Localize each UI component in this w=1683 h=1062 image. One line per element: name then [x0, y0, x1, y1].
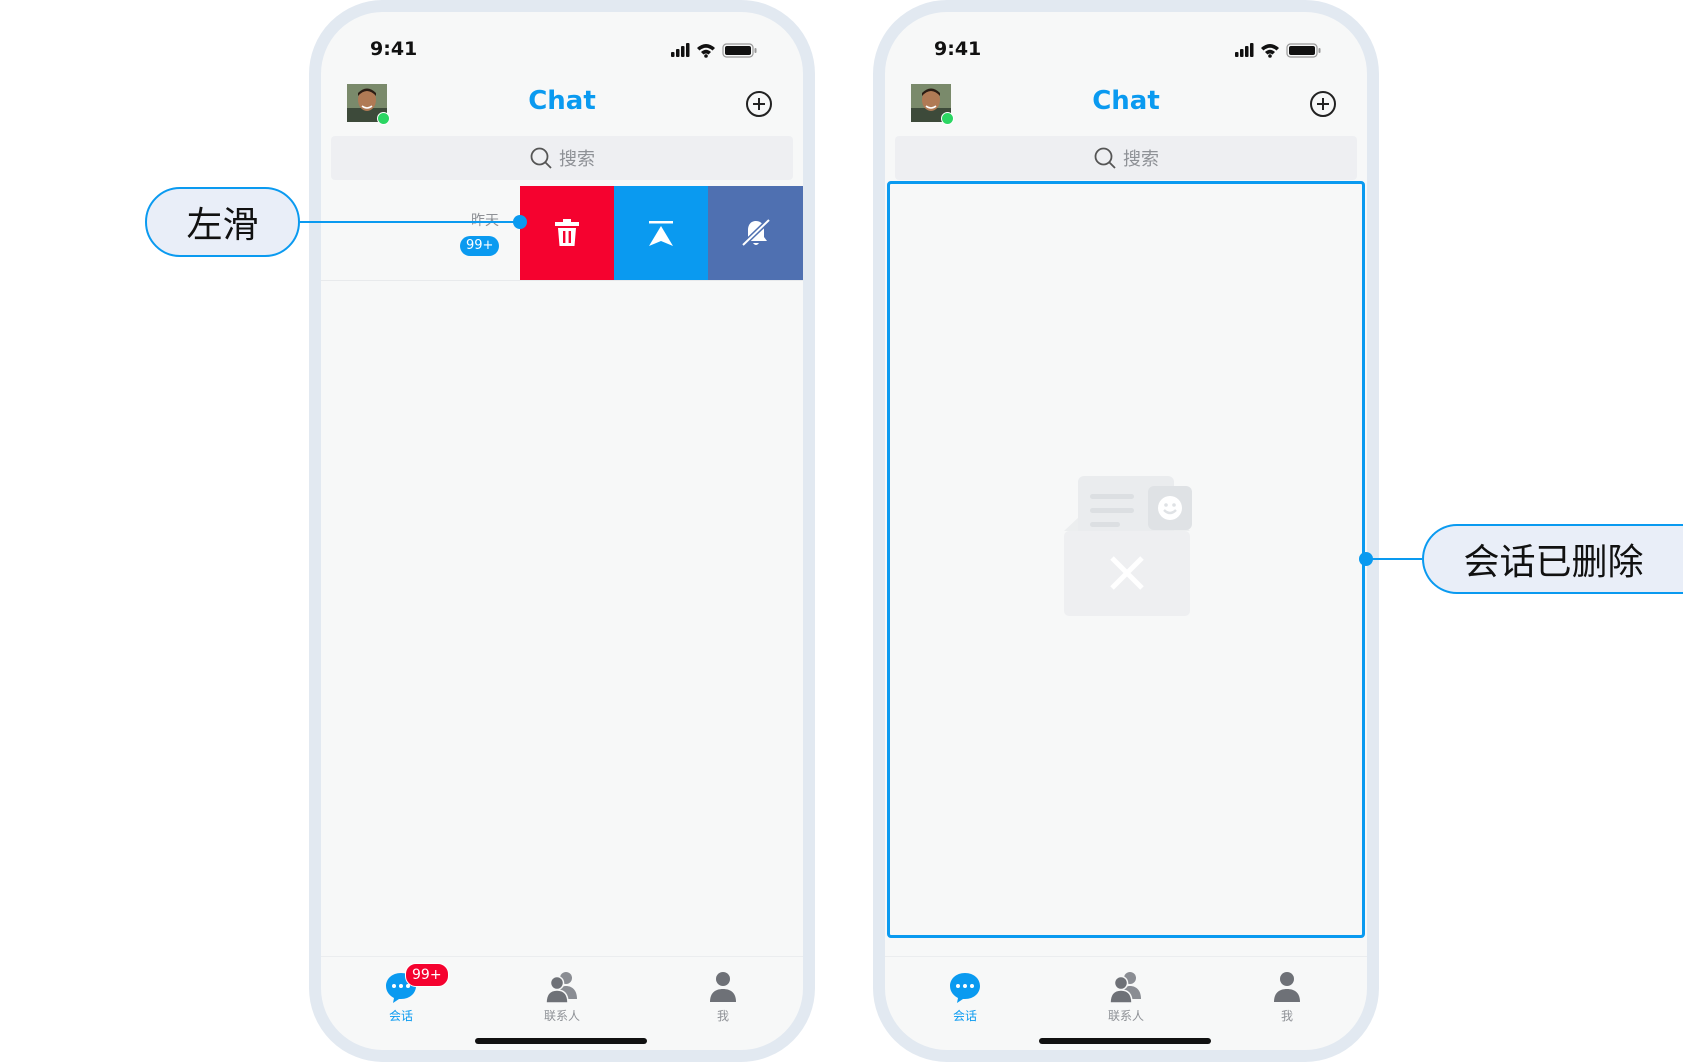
- callout-connector: [300, 221, 519, 223]
- tab-bar: 会话 99+ 联系人 我: [321, 956, 803, 1027]
- page-title: Chat: [528, 86, 596, 116]
- home-indicator[interactable]: [1039, 1038, 1211, 1044]
- person-icon: [705, 969, 741, 1005]
- mute-action-button[interactable]: [708, 186, 803, 280]
- contacts-icon: [1108, 969, 1144, 1005]
- unread-badge: 99+: [460, 236, 500, 256]
- callout-conversation-deleted: 会话已删除: [1422, 524, 1683, 594]
- add-circle-icon[interactable]: [1309, 90, 1337, 118]
- conversation-row-swiped[interactable]: 昨天 99+: [321, 186, 803, 281]
- tab-label: 联系人: [543, 1009, 580, 1023]
- tab-conversations[interactable]: 会话: [925, 969, 1005, 1024]
- tab-conversations[interactable]: 会话 99+: [361, 963, 449, 1024]
- search-icon: [529, 146, 553, 170]
- status-bar-icons: [671, 42, 761, 58]
- pin-to-top-action-button[interactable]: [614, 186, 708, 280]
- tab-me[interactable]: 我: [683, 969, 763, 1024]
- tab-label: 我: [1280, 1009, 1293, 1023]
- tab-unread-badge: 99+: [405, 963, 449, 987]
- callout-connector: [1366, 558, 1422, 560]
- status-time: 9:41: [370, 38, 418, 60]
- person-icon: [1269, 969, 1305, 1005]
- callout-anchor-dot: [1359, 552, 1373, 566]
- status-time: 9:41: [934, 38, 982, 60]
- tab-contacts[interactable]: 联系人: [1086, 969, 1166, 1024]
- deleted-area-highlight: [887, 181, 1365, 938]
- search-input[interactable]: 搜索: [895, 136, 1357, 180]
- contacts-icon: [544, 969, 580, 1005]
- chat-bubble-icon: [947, 969, 983, 1005]
- search-icon: [1093, 146, 1117, 170]
- status-bar-icons: [1235, 42, 1325, 58]
- search-input[interactable]: 搜索: [331, 136, 793, 180]
- add-circle-icon[interactable]: [745, 90, 773, 118]
- phone-left-swipe: 9:41 Chat 搜索 昨天 99+ 会话 99+ 联系人 我: [309, 0, 815, 1062]
- tab-me[interactable]: 我: [1247, 969, 1327, 1024]
- search-placeholder: 搜索: [1123, 149, 1159, 170]
- tab-label: 我: [716, 1009, 729, 1023]
- home-indicator[interactable]: [475, 1038, 647, 1044]
- callout-anchor-dot: [513, 215, 527, 229]
- tab-label: 会话: [388, 1009, 413, 1023]
- tab-label: 联系人: [1107, 1009, 1144, 1023]
- trash-icon: [550, 216, 584, 250]
- tab-label: 会话: [952, 1009, 977, 1023]
- conversation-time: 昨天: [471, 213, 499, 229]
- pin-to-top-icon: [644, 216, 678, 250]
- mute-bell-icon: [739, 216, 773, 250]
- callout-swipe-left: 左滑: [145, 187, 300, 257]
- search-placeholder: 搜索: [559, 149, 595, 170]
- tab-contacts[interactable]: 联系人: [522, 969, 602, 1024]
- delete-action-button[interactable]: [520, 186, 614, 280]
- tab-bar: 会话 联系人 我: [885, 956, 1367, 1027]
- page-title: Chat: [1092, 86, 1160, 116]
